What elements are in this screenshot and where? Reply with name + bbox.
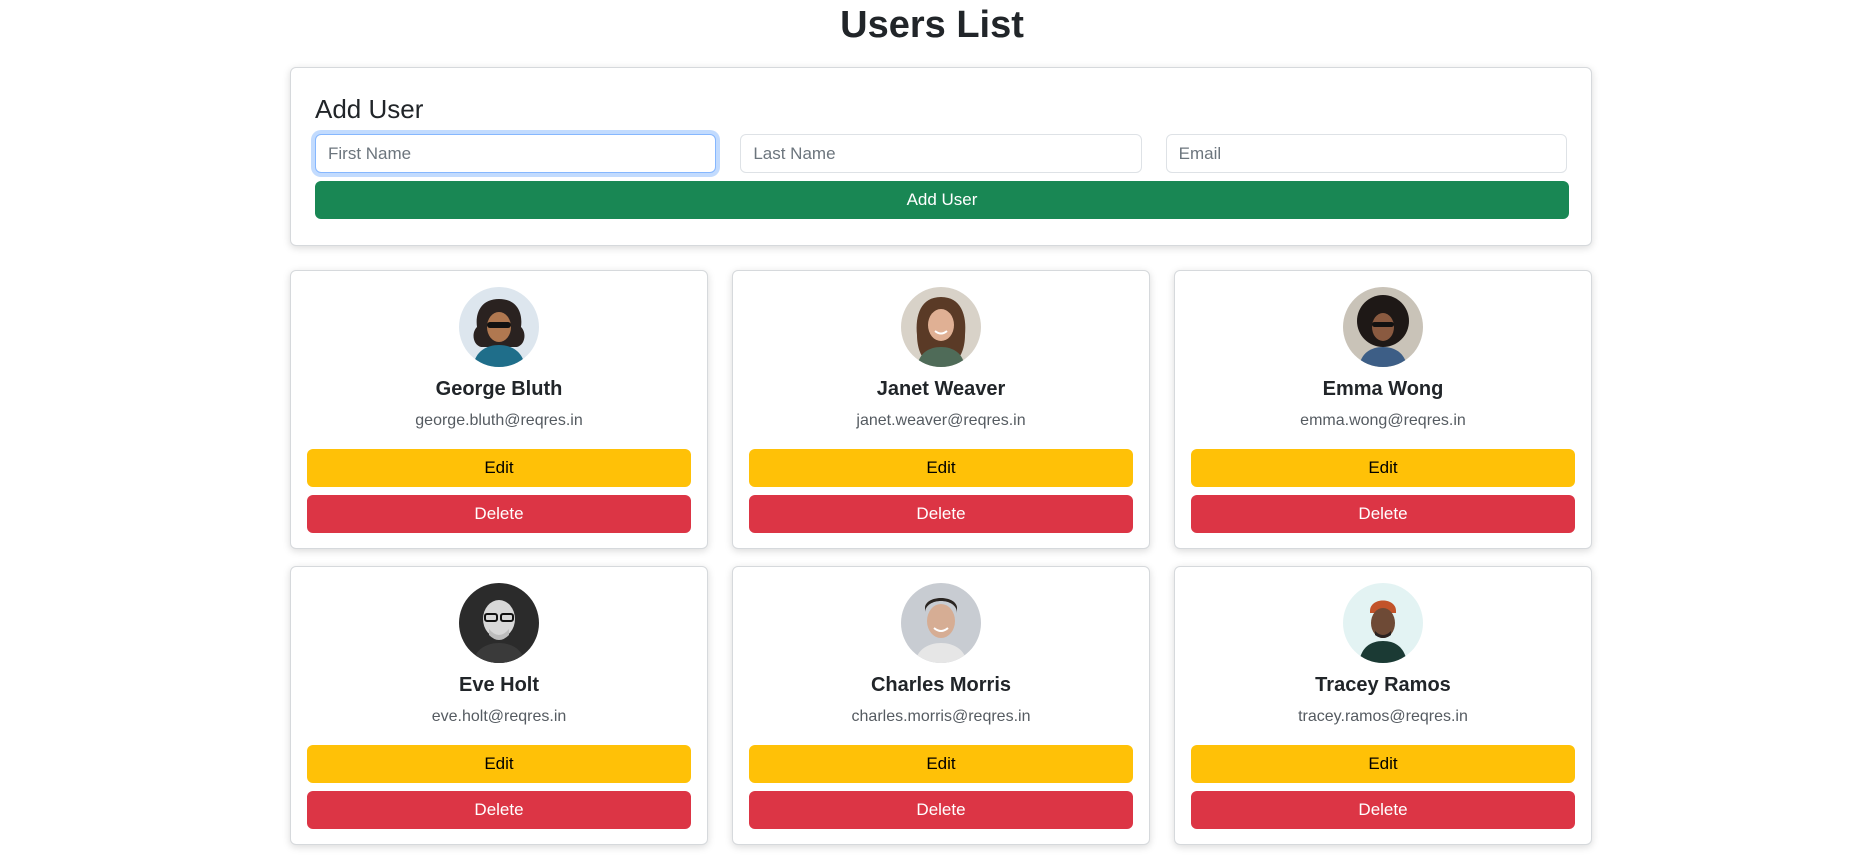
add-user-title: Add User [315, 94, 424, 124]
user-card: George Bluth george.bluth@reqres.in Edit… [290, 270, 708, 549]
avatar [1343, 583, 1423, 663]
edit-button[interactable]: Edit [749, 745, 1133, 783]
user-email: george.bluth@reqres.in [415, 412, 583, 429]
email-input[interactable] [1165, 134, 1567, 173]
add-user-button[interactable]: Add User [315, 181, 1569, 219]
add-user-inputs [315, 134, 1567, 173]
user-email: janet.weaver@reqres.in [856, 412, 1026, 429]
avatar [459, 287, 539, 367]
user-card: Emma Wong emma.wong@reqres.in Edit Delet… [1174, 270, 1592, 549]
user-card: Charles Morris charles.morris@reqres.in … [732, 566, 1150, 845]
delete-button[interactable]: Delete [307, 495, 691, 533]
first-name-input[interactable] [315, 134, 717, 173]
avatar [1343, 287, 1423, 367]
user-email: emma.wong@reqres.in [1300, 412, 1466, 429]
delete-button[interactable]: Delete [1191, 495, 1575, 533]
user-email: charles.morris@reqres.in [851, 708, 1031, 725]
page-title: Users List [840, 4, 1024, 46]
user-name: Charles Morris [870, 674, 1012, 696]
delete-button[interactable]: Delete [749, 791, 1133, 829]
avatar [459, 583, 539, 663]
last-name-input[interactable] [740, 134, 1142, 173]
user-card: Eve Holt eve.holt@reqres.in Edit Delete [290, 566, 708, 845]
user-name: George Bluth [435, 378, 563, 400]
user-email: tracey.ramos@reqres.in [1298, 708, 1468, 725]
user-name: Janet Weaver [876, 378, 1006, 400]
user-name: Eve Holt [458, 674, 540, 696]
user-name: Tracey Ramos [1315, 674, 1451, 696]
edit-button[interactable]: Edit [749, 449, 1133, 487]
add-user-card: Add User Add User [290, 67, 1592, 246]
delete-button[interactable]: Delete [307, 791, 691, 829]
edit-button[interactable]: Edit [307, 745, 691, 783]
avatar [901, 287, 981, 367]
user-card: Janet Weaver janet.weaver@reqres.in Edit… [732, 270, 1150, 549]
main-container: Add User Add User George Bluth george.bl… [290, 67, 1592, 845]
edit-button[interactable]: Edit [1191, 745, 1575, 783]
edit-button[interactable]: Edit [307, 449, 691, 487]
edit-button[interactable]: Edit [1191, 449, 1575, 487]
delete-button[interactable]: Delete [749, 495, 1133, 533]
user-email: eve.holt@reqres.in [431, 708, 567, 725]
delete-button[interactable]: Delete [1191, 791, 1575, 829]
user-card: Tracey Ramos tracey.ramos@reqres.in Edit… [1174, 566, 1592, 845]
user-name: Emma Wong [1322, 378, 1444, 400]
avatar [901, 583, 981, 663]
users-grid: George Bluth george.bluth@reqres.in Edit… [290, 270, 1592, 845]
